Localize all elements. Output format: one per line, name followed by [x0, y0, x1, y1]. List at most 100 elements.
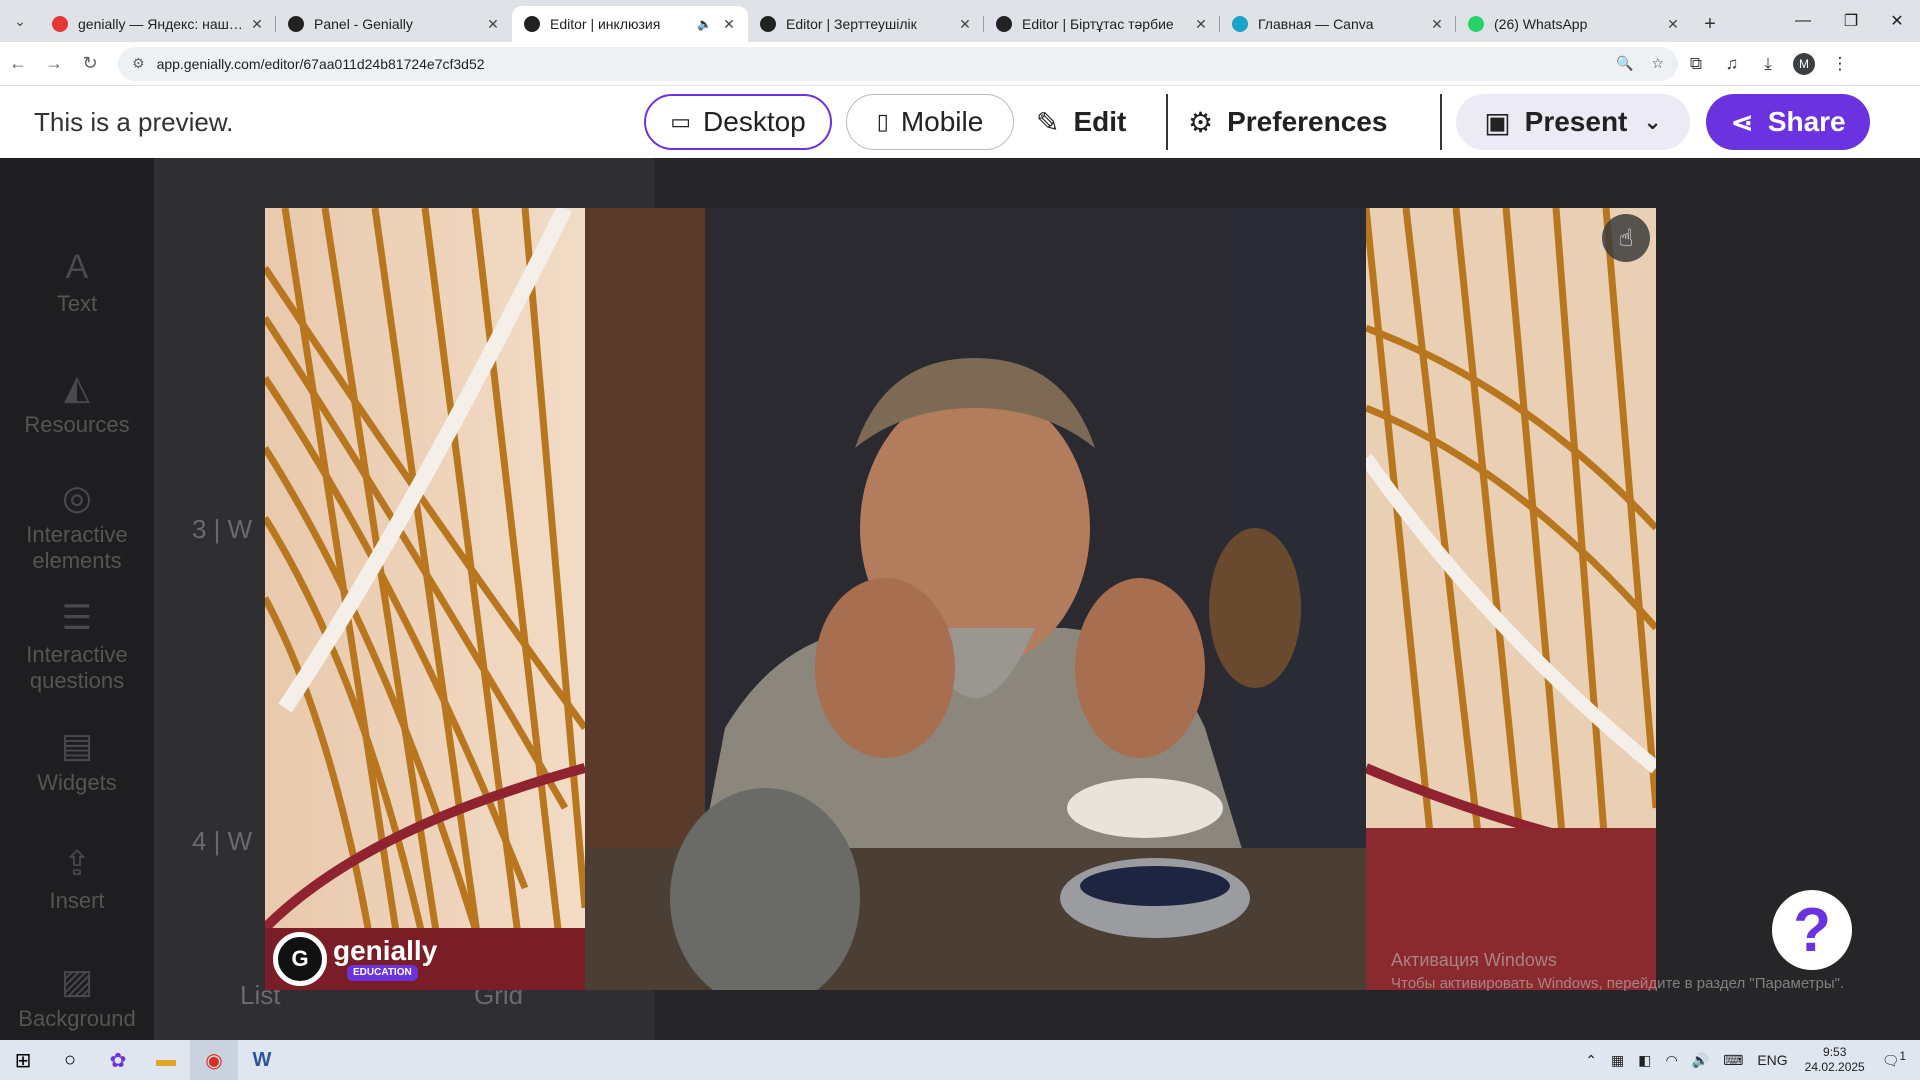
present-label: Present	[1524, 106, 1628, 137]
file-explorer-icon[interactable]: ▬	[142, 1040, 190, 1080]
meet-icon[interactable]: ◧	[1638, 1052, 1651, 1069]
tab-title: Panel - Genially	[314, 16, 413, 32]
zoom-icon[interactable]: 🔍	[1616, 55, 1633, 72]
pencil-icon: ✎	[1036, 106, 1060, 138]
forward-icon[interactable]: →	[36, 46, 72, 82]
sidebar-item-interactive-questions[interactable]: ☰ Interactive questions	[0, 598, 154, 694]
divider	[1166, 94, 1168, 150]
mobile-view-button[interactable]: ▯ Mobile	[846, 94, 1014, 150]
date: 24.02.2025	[1804, 1060, 1865, 1074]
chrome-icon[interactable]: ◉	[190, 1040, 238, 1080]
sidebar-label: Text	[56, 291, 98, 316]
profile-button[interactable]: M	[1786, 46, 1822, 82]
close-tab-icon[interactable]: ✕	[720, 16, 738, 33]
tab-title: Editor | Зерттеушілік	[786, 16, 917, 32]
yurt-interior-right-image	[1366, 208, 1656, 990]
browser-tab[interactable]: genially — Яндекс: нашлось 15 ✕	[40, 6, 276, 42]
close-tab-icon[interactable]: ✕	[956, 16, 974, 33]
edit-button[interactable]: ✎ Edit	[1036, 106, 1166, 139]
presentation-icon: ▣	[1484, 106, 1511, 138]
hand-pointer-icon[interactable]: ☝	[1602, 214, 1650, 262]
genially-education-logo: G genially EDUCATION	[273, 932, 437, 986]
share-button[interactable]: ⋖ Share	[1706, 94, 1870, 150]
new-tab-button[interactable]: +	[1692, 6, 1728, 42]
browser-tab[interactable]: Editor | Зерттеушілік ✕	[748, 6, 984, 42]
activation-subtitle: Чтобы активировать Windows, перейдите в …	[1391, 975, 1845, 992]
windows-start-icon[interactable]: ⊞	[0, 1040, 46, 1080]
genially-favicon-icon	[760, 16, 776, 32]
sidebar-item-resources[interactable]: ◭ Resources	[0, 368, 154, 438]
volume-icon[interactable]: 🔊	[1692, 1052, 1709, 1069]
preferences-button[interactable]: ⚙ Preferences	[1188, 106, 1440, 139]
back-icon[interactable]: ←	[0, 46, 36, 82]
chevron-down-icon: ⌄	[1643, 109, 1662, 134]
browser-menu-icon[interactable]: ⋮	[1822, 46, 1858, 82]
windows-taskbar: ⊞ ○ ✿ ▬ ◉ W ⌃ ▦ ◧ ◠ 🔊 ⌨ ENG 9:53 24.02.2…	[0, 1040, 1920, 1080]
genially-logo-icon: G	[273, 932, 327, 986]
time: 9:53	[1823, 1045, 1847, 1059]
reload-icon[interactable]: ↻	[72, 46, 108, 82]
speaker-icon[interactable]: 🔈	[697, 17, 712, 31]
sidebar-item-widgets[interactable]: ▤ Widgets	[0, 726, 154, 796]
notification-count: 1	[1899, 1050, 1906, 1064]
background-icon: ▨	[60, 963, 94, 1001]
media-control-icon[interactable]: ♫	[1714, 46, 1750, 82]
downloads-icon[interactable]: ⤓	[1750, 46, 1786, 82]
close-window-icon[interactable]: ✕	[1874, 0, 1920, 42]
present-button[interactable]: ▣ Present ⌄	[1456, 94, 1690, 150]
close-tab-icon[interactable]: ✕	[484, 16, 502, 33]
close-tab-icon[interactable]: ✕	[1428, 16, 1446, 33]
elder-praying-image	[585, 208, 1366, 990]
browser-tab[interactable]: (26) WhatsApp ✕	[1456, 6, 1692, 42]
word-icon[interactable]: W	[238, 1040, 286, 1080]
desktop-view-button[interactable]: ▭ Desktop	[644, 94, 832, 150]
minimize-icon[interactable]: —	[1780, 0, 1826, 42]
preview-header: This is a preview. ▭ Desktop ▯ Mobile ✎ …	[0, 86, 1920, 158]
language-indicator[interactable]: ENG	[1757, 1052, 1787, 1068]
page-number: 4 | W	[192, 826, 253, 856]
page-number: 3 | W	[192, 514, 253, 544]
browser-tab-active[interactable]: Editor | инклюзия 🔈 ✕	[512, 6, 748, 42]
site-info-icon[interactable]: ⚙	[132, 55, 145, 72]
extensions-icon[interactable]: ⧉	[1678, 46, 1714, 82]
close-tab-icon[interactable]: ✕	[248, 16, 266, 33]
browser-tab[interactable]: Editor | Біртұтас тәрбие ✕	[984, 6, 1220, 42]
tab-search-icon[interactable]: ⌄	[0, 0, 40, 42]
system-tray: ⌃ ▦ ◧ ◠ 🔊 ⌨ ENG 9:53 24.02.2025 🗨1	[1578, 1040, 1920, 1080]
search-icon[interactable]: ○	[46, 1040, 94, 1080]
bookmark-star-icon[interactable]: ☆	[1651, 55, 1664, 72]
browser-tab[interactable]: Panel - Genially ✕	[276, 6, 512, 42]
preview-notice: This is a preview.	[34, 106, 234, 137]
url-text: app.genially.com/editor/67aa011d24b81724…	[156, 55, 485, 72]
sidebar-label: Interactive questions	[26, 642, 128, 693]
url-field[interactable]: ⚙ app.genially.com/editor/67aa011d24b817…	[118, 46, 1678, 81]
copilot-icon[interactable]: ✿	[94, 1040, 142, 1080]
resources-icon: ◭	[63, 369, 91, 407]
sidebar-item-insert[interactable]: ⇪ Insert	[0, 844, 154, 914]
browser-tab-strip: ⌄ genially — Яндекс: нашлось 15 ✕ Panel …	[0, 0, 1920, 42]
genially-favicon-icon	[288, 16, 304, 32]
tab-title: Editor | инклюзия	[550, 16, 661, 32]
close-tab-icon[interactable]: ✕	[1192, 16, 1210, 33]
sidebar-item-interactive-elements[interactable]: ◎ Interactive elements	[0, 478, 154, 574]
preferences-label: Preferences	[1227, 106, 1388, 137]
network-icon[interactable]: ▦	[1611, 1052, 1624, 1069]
chevron-up-icon[interactable]: ⌃	[1585, 1052, 1597, 1069]
canva-favicon-icon	[1232, 16, 1248, 32]
phone-icon: ▯	[876, 109, 889, 134]
close-tab-icon[interactable]: ✕	[1664, 16, 1682, 33]
address-bar: ← → ↻ ⚙ app.genially.com/editor/67aa011d…	[0, 42, 1920, 86]
edit-label: Edit	[1073, 106, 1127, 137]
clock[interactable]: 9:53 24.02.2025	[1805, 1045, 1865, 1075]
sidebar-item-text[interactable]: A Text	[0, 248, 154, 317]
restore-icon[interactable]: ❐	[1828, 0, 1874, 42]
browser-tab[interactable]: Главная — Canva ✕	[1220, 6, 1456, 42]
sidebar-label: Background	[18, 1006, 136, 1031]
sidebar-item-background[interactable]: ▨ Background	[0, 962, 154, 1032]
wifi-icon[interactable]: ◠	[1665, 1052, 1677, 1069]
notifications-icon[interactable]: 🗨1	[1882, 1050, 1906, 1070]
activation-title: Активация Windows	[1391, 950, 1557, 970]
widgets-icon: ▤	[60, 727, 94, 765]
sidebar-label: Widgets	[37, 770, 117, 795]
keyboard-icon[interactable]: ⌨	[1723, 1052, 1743, 1069]
